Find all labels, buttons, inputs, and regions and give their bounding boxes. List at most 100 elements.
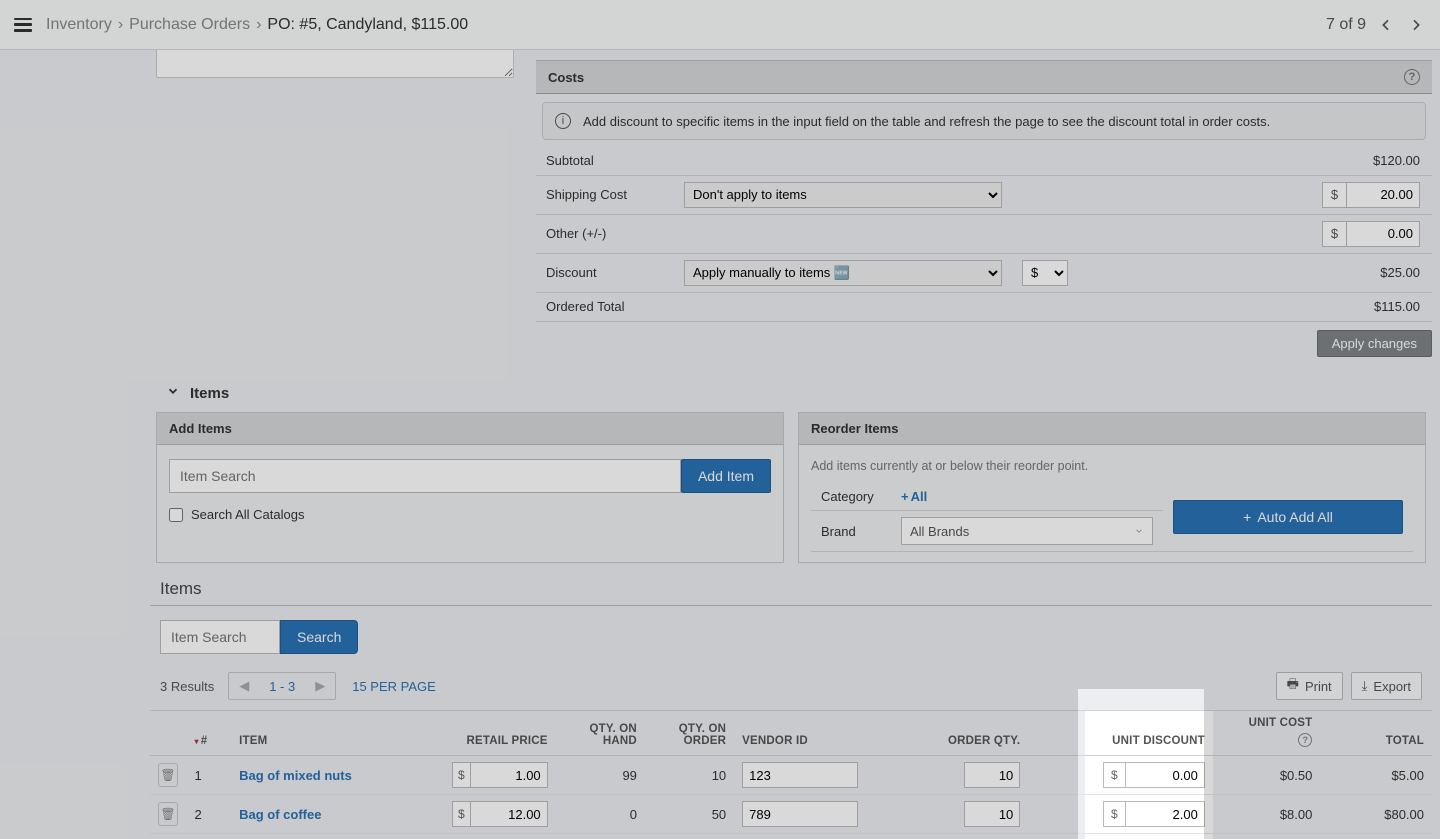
help-icon[interactable]: ? <box>1404 69 1420 85</box>
table-row: 🗑1Bag of mixed nuts$9910$$0.50$5.00 <box>150 756 1432 795</box>
order-qty-input[interactable] <box>964 801 1020 827</box>
col-num[interactable]: ▾# <box>187 711 232 756</box>
subtotal-value: $120.00 <box>1373 153 1420 168</box>
col-qty-hand[interactable]: QTY. ON HAND <box>556 711 645 756</box>
unit-cost: $8.00 <box>1213 795 1321 834</box>
other-value-input[interactable] <box>1346 221 1420 247</box>
col-order-qty[interactable]: ORDER QTY. <box>896 711 1028 756</box>
discount-info-text: Add discount to specific items in the in… <box>583 114 1270 129</box>
currency-symbol: $ <box>1103 762 1125 788</box>
row-number: 2 <box>187 795 232 834</box>
costs-header: Costs <box>548 70 584 85</box>
discount-value: $25.00 <box>1380 265 1420 280</box>
unit-cost: $0.50 <box>1213 756 1321 795</box>
breadcrumb-current: PO: #5, Candyland, $115.00 <box>267 16 468 34</box>
line-total: $5.00 <box>1320 756 1432 795</box>
shipping-label: Shipping Cost <box>536 175 674 214</box>
add-items-header: Add Items <box>157 413 783 445</box>
breadcrumbs: Inventory › Purchase Orders › PO: #5, Ca… <box>46 16 468 34</box>
currency-symbol: $ <box>1322 221 1346 247</box>
breadcrumb-inventory[interactable]: Inventory <box>46 16 112 34</box>
unit-discount-input[interactable] <box>1125 762 1205 788</box>
unit-discount-input[interactable] <box>1125 801 1205 827</box>
retail-price-input[interactable] <box>470 762 548 788</box>
items-search-input[interactable] <box>160 620 280 654</box>
category-label: Category <box>811 483 891 511</box>
shipping-value-input[interactable] <box>1346 182 1420 208</box>
print-icon <box>1287 675 1299 697</box>
unit-cost: $1.25 <box>1213 834 1321 839</box>
col-vendor[interactable]: VENDOR ID <box>734 711 896 756</box>
currency-symbol: $ <box>1103 801 1125 827</box>
item-link[interactable]: Bag of coffee <box>239 807 321 822</box>
shipping-apply-select[interactable]: Don't apply to items <box>684 182 1002 208</box>
record-counter: 7 of 9 <box>1326 16 1366 34</box>
export-button[interactable]: Export <box>1351 672 1422 700</box>
col-qty-order[interactable]: QTY. ON ORDER <box>645 711 734 756</box>
item-search-input[interactable] <box>169 459 681 493</box>
reorder-items-card: Reorder Items Add items currently at or … <box>798 412 1426 563</box>
items-table: ▾# ITEM RETAIL PRICE QTY. ON HAND QTY. O… <box>150 711 1432 839</box>
qty-on-order: 0 <box>645 834 734 839</box>
col-item[interactable]: ITEM <box>231 711 444 756</box>
ordered-total-label: Ordered Total <box>536 292 674 321</box>
category-all-link[interactable]: +All <box>901 489 927 504</box>
ordered-total-value: $115.00 <box>1374 299 1420 314</box>
row-number: 1 <box>187 756 232 795</box>
subtotal-label: Subtotal <box>536 146 674 175</box>
search-all-catalogs-checkbox[interactable] <box>169 508 183 522</box>
export-icon <box>1362 678 1368 694</box>
items-section-title: Items <box>190 385 229 402</box>
currency-symbol: $ <box>1322 182 1346 208</box>
table-row: 🗑 2 Bag of coffee $050 $ $8.00$80.00 <box>150 795 1432 834</box>
line-total: $12.50 <box>1320 834 1432 839</box>
qty-on-order: 10 <box>645 756 734 795</box>
print-button[interactable]: Print <box>1276 672 1343 700</box>
item-link[interactable]: Bag of mixed nuts <box>239 768 352 783</box>
discount-unit-select[interactable]: $ <box>1022 260 1068 286</box>
items-section-toggle[interactable]: Items <box>150 374 1432 412</box>
line-total: $80.00 <box>1320 795 1432 834</box>
add-item-button[interactable]: Add Item <box>681 459 771 493</box>
brand-select[interactable]: All Brands <box>901 517 1153 545</box>
delete-row-button[interactable]: 🗑 <box>158 802 178 826</box>
per-page-select[interactable]: 15 PER PAGE <box>352 679 436 694</box>
order-qty-input[interactable] <box>964 762 1020 788</box>
items-list-header: Items <box>150 563 1432 606</box>
reorder-items-header: Reorder Items <box>799 413 1425 445</box>
table-row: 🗑3Chocolate bar$90$$1.25$12.50 <box>150 834 1432 839</box>
qty-on-hand: 9 <box>556 834 645 839</box>
vendor-id-input[interactable] <box>742 762 858 788</box>
search-all-catalogs-label: Search All Catalogs <box>191 507 304 522</box>
apply-changes-button[interactable]: Apply changes <box>1317 330 1432 357</box>
col-retail[interactable]: RETAIL PRICE <box>444 711 556 756</box>
vendor-id-input[interactable] <box>742 801 858 827</box>
search-button[interactable]: Search <box>280 620 358 654</box>
page-next-button[interactable]: ▶ <box>305 673 335 699</box>
prev-record-button[interactable] <box>1376 15 1396 35</box>
delete-row-button[interactable]: 🗑 <box>158 763 178 787</box>
auto-add-all-button[interactable]: +Auto Add All <box>1173 500 1403 534</box>
results-count: 3 Results <box>160 679 214 694</box>
qty-on-order: 50 <box>645 795 734 834</box>
reorder-hint: Add items currently at or below their re… <box>811 459 1413 473</box>
menu-icon[interactable] <box>14 18 32 32</box>
chevron-down-icon <box>1134 524 1144 539</box>
qty-on-hand: 0 <box>556 795 645 834</box>
notes-textarea[interactable] <box>156 50 514 78</box>
page-range[interactable]: 1 - 3 <box>259 679 305 694</box>
next-record-button[interactable] <box>1406 15 1426 35</box>
currency-symbol: $ <box>452 801 470 827</box>
page-prev-button[interactable]: ◀ <box>229 673 259 699</box>
col-total[interactable]: TOTAL <box>1320 711 1432 756</box>
retail-price-input[interactable] <box>470 801 548 827</box>
discount-apply-select[interactable]: Apply manually to items 🆕 <box>684 260 1002 286</box>
costs-panel: Costs ? i Add discount to specific items… <box>536 60 1432 369</box>
col-unit-discount[interactable]: UNIT DISCOUNT <box>1085 711 1213 756</box>
top-bar: Inventory › Purchase Orders › PO: #5, Ca… <box>0 0 1440 50</box>
breadcrumb-purchase-orders[interactable]: Purchase Orders <box>129 16 250 34</box>
col-unit-cost[interactable]: UNIT COST? <box>1213 711 1321 756</box>
discount-info-banner: i Add discount to specific items in the … <box>542 102 1426 140</box>
currency-symbol: $ <box>452 762 470 788</box>
help-icon[interactable]: ? <box>1298 733 1312 747</box>
